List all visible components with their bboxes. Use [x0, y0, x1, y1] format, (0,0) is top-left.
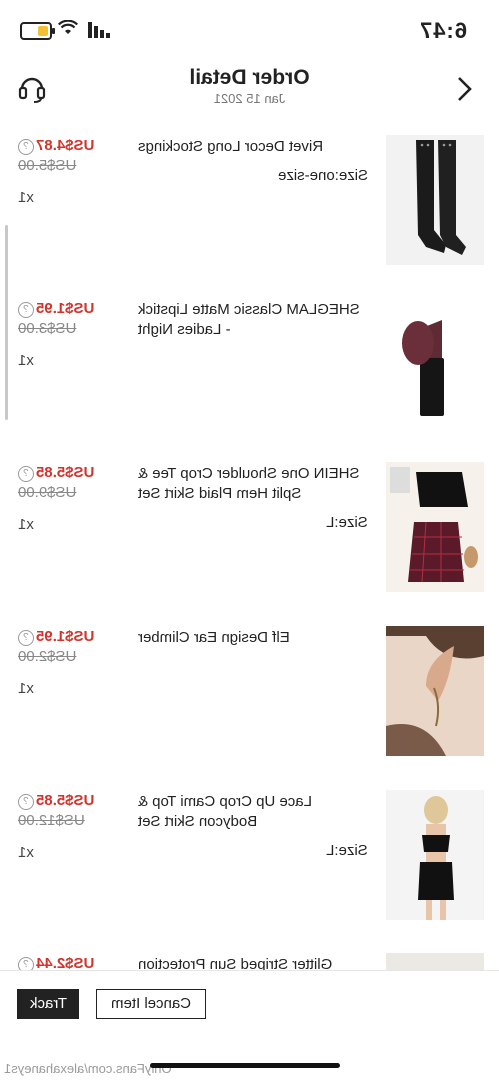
- product-size: Size:one-size: [277, 167, 368, 184]
- product-price: US$4.87: [36, 137, 95, 154]
- product-price: US$1.95: [36, 300, 95, 317]
- product-name[interactable]: Elf Design Ear Climber: [138, 628, 368, 648]
- title-box: Order Detail Jan 15 2021: [0, 66, 499, 106]
- product-price: US$2.44: [36, 955, 95, 970]
- product-image-stockings[interactable]: [386, 135, 484, 265]
- watermark-text: OnlyFans.com/alexahaneys1: [4, 1061, 172, 1076]
- product-qty: x1: [18, 189, 34, 206]
- product-name[interactable]: Rivet Decor Long Stockings: [138, 137, 368, 157]
- order-item[interactable]: Elf Design Ear Climber US$1.95 ? US$2.00…: [0, 626, 499, 766]
- help-icon[interactable]: ?: [18, 630, 34, 646]
- product-qty: x1: [18, 844, 34, 861]
- help-icon[interactable]: ?: [18, 466, 34, 482]
- original-price: US$9.00: [18, 484, 77, 501]
- product-qty: x1: [18, 680, 34, 697]
- product-price: US$5.85: [36, 792, 95, 809]
- track-label: Track: [29, 995, 67, 1012]
- product-size: Size:L: [326, 514, 368, 531]
- product-name[interactable]: SHEGLAM Classic Matte Lipstick - Ladies …: [138, 300, 368, 340]
- order-item[interactable]: SHEGLAM Classic Matte Lipstick - Ladies …: [0, 298, 499, 438]
- original-price: US$12.00: [18, 812, 85, 829]
- track-button[interactable]: Track: [17, 989, 79, 1019]
- order-item[interactable]: Lace Up Crop Cami Top & Bodycon Skirt Se…: [0, 790, 499, 930]
- status-time: 6:47: [418, 18, 467, 43]
- wifi-icon: [58, 20, 78, 34]
- scrollbar[interactable]: [5, 225, 8, 420]
- product-image-cami-skirt-set[interactable]: [386, 790, 484, 920]
- product-price: US$5.85: [36, 464, 95, 481]
- order-item[interactable]: Glitter Striped Sun Protection US$2.44 ?: [0, 953, 499, 970]
- product-size: Size:L: [326, 842, 368, 859]
- status-bar: 6:47: [0, 0, 499, 62]
- page-title: Order Detail: [189, 66, 310, 89]
- product-image-sun-protection[interactable]: [386, 953, 484, 970]
- title-mirror: Order Detail Jan 15 2021: [0, 66, 499, 106]
- product-qty: x1: [18, 352, 34, 369]
- order-date: Jan 15 2021: [213, 91, 286, 106]
- original-price: US$3.00: [18, 320, 77, 337]
- original-price: US$5.00: [18, 157, 77, 174]
- help-icon[interactable]: ?: [18, 794, 34, 810]
- bottom-action-bar: Track Cancel Item OnlyFans.com/alexahane…: [0, 970, 499, 1081]
- home-indicator[interactable]: [150, 1063, 340, 1068]
- product-price: US$1.95: [36, 628, 95, 645]
- order-item[interactable]: Rivet Decor Long Stockings Size:one-size…: [0, 135, 499, 275]
- cancel-label: Cancel Item: [110, 995, 192, 1012]
- battery-icon: [20, 22, 55, 40]
- product-image-crop-tee-skirt[interactable]: [386, 462, 484, 592]
- product-qty: x1: [18, 516, 34, 533]
- order-item[interactable]: SHEIN One Shoulder Crop Tee & Split Hem …: [0, 462, 499, 602]
- help-icon[interactable]: ?: [18, 302, 34, 318]
- help-icon[interactable]: ?: [18, 957, 34, 970]
- product-image-ear-climber[interactable]: [386, 626, 484, 756]
- product-name[interactable]: Lace Up Crop Cami Top & Bodycon Skirt Se…: [138, 792, 368, 832]
- header: Order Detail Jan 15 2021: [0, 62, 499, 120]
- original-price: US$2.00: [18, 648, 77, 665]
- product-name[interactable]: SHEIN One Shoulder Crop Tee & Split Hem …: [138, 464, 368, 504]
- product-image-lipstick[interactable]: [386, 298, 484, 428]
- chevron-right-icon[interactable]: [453, 74, 475, 104]
- signal-icon: [88, 22, 110, 38]
- help-icon[interactable]: ?: [18, 139, 34, 155]
- cancel-item-button[interactable]: Cancel Item: [96, 989, 206, 1019]
- order-items-list[interactable]: Rivet Decor Long Stockings Size:one-size…: [0, 120, 499, 970]
- product-name[interactable]: Glitter Striped Sun Protection: [138, 955, 368, 970]
